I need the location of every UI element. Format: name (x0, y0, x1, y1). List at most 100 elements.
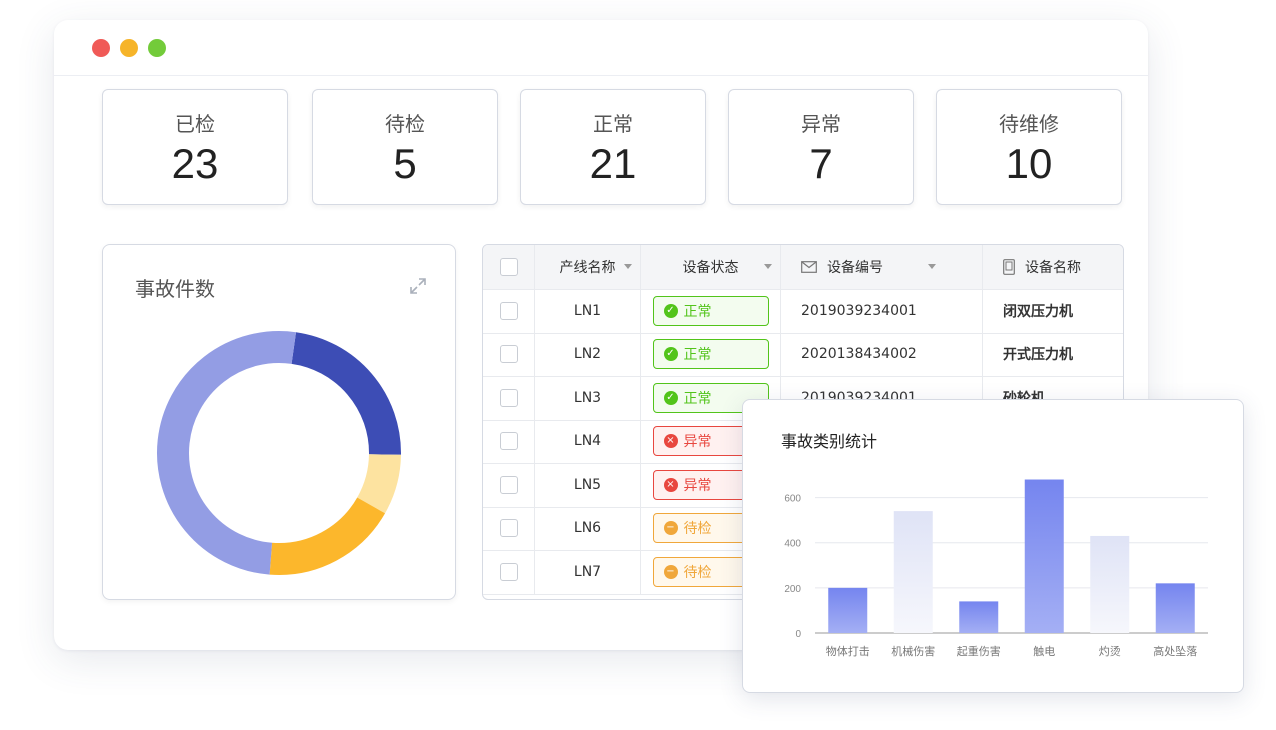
mail-icon (801, 261, 817, 273)
stat-label: 正常 (593, 112, 633, 136)
stat-value: 5 (393, 140, 417, 187)
bar[interactable] (959, 601, 999, 633)
y-tick-label: 400 (784, 539, 801, 550)
stat-value: 23 (171, 140, 219, 187)
x-tick-label: 触电 (1033, 644, 1055, 658)
bar[interactable] (893, 511, 933, 633)
header-label: 产线名称 (559, 260, 616, 276)
close-window-button[interactable] (92, 39, 110, 57)
bar[interactable] (1155, 583, 1195, 633)
stat-value: 21 (589, 140, 637, 187)
row-checkbox[interactable] (499, 388, 518, 407)
header-label: 设备编号 (827, 260, 883, 276)
stat-card-pending[interactable]: 待检 5 (312, 89, 498, 205)
y-tick-label: 200 (784, 584, 801, 595)
title-bar (54, 20, 1148, 76)
stat-label: 已检 (175, 112, 215, 136)
status-badge: ✓ 正常 (652, 339, 769, 370)
select-cell (483, 376, 535, 420)
donut-segment[interactable] (356, 453, 401, 514)
status-icon: ✓ (663, 347, 678, 362)
select-cell (483, 550, 535, 594)
sort-icon[interactable] (624, 264, 632, 269)
header-select-cell (483, 245, 535, 289)
bar[interactable] (828, 587, 868, 633)
bar[interactable] (1024, 479, 1064, 633)
code-cell: 2019039234001 (781, 289, 983, 333)
status-label: 待检 (683, 564, 712, 581)
line-cell: LN5 (535, 463, 641, 507)
row-checkbox[interactable] (499, 519, 518, 538)
accident-category-card: 事故类别统计 0 200 400 600 物体打击 机械伤害 起重伤害 触电 灼烫 高处坠落 (742, 399, 1244, 693)
status-icon: ✓ (663, 303, 678, 318)
status-icon: × (663, 434, 678, 449)
stat-card-checked[interactable]: 已检 23 (102, 89, 288, 205)
header-line[interactable]: 产线名称 (535, 245, 641, 289)
line-cell: LN2 (535, 332, 641, 376)
table-row[interactable]: LN1 ✓ 正常 2019039234001 闭双压力机 (483, 289, 1123, 334)
stat-label: 待维修 (999, 112, 1059, 136)
select-cell (483, 506, 535, 550)
row-checkbox[interactable] (499, 432, 518, 451)
table-header: 产线名称 设备状态 设备编号 设备名称 (483, 245, 1123, 290)
status-icon: − (663, 564, 678, 579)
status-cell: ✓ 正常 (641, 289, 781, 333)
line-cell: LN6 (535, 506, 641, 550)
line-cell: LN3 (535, 376, 641, 420)
line-cell: LN1 (535, 289, 641, 333)
donut-chart (157, 331, 401, 575)
stat-label: 待检 (385, 112, 425, 136)
stat-label: 异常 (801, 112, 841, 136)
sort-icon[interactable] (928, 264, 936, 269)
header-status[interactable]: 设备状态 (641, 245, 781, 289)
donut-segment[interactable] (291, 332, 401, 455)
row-checkbox[interactable] (499, 562, 518, 581)
header-label: 设备状态 (682, 260, 739, 276)
status-label: 异常 (683, 477, 712, 494)
stat-value: 7 (809, 140, 833, 187)
header-label: 设备名称 (1025, 260, 1081, 276)
x-tick-label: 灼烫 (1099, 644, 1121, 658)
status-label: 正常 (683, 347, 712, 364)
y-tick-label: 600 (784, 494, 801, 505)
stat-card-normal[interactable]: 正常 21 (520, 89, 706, 205)
sort-icon[interactable] (764, 264, 772, 269)
x-tick-label: 机械伤害 (891, 644, 935, 658)
select-cell (483, 463, 535, 507)
minimize-window-button[interactable] (120, 39, 138, 57)
tablet-icon (1003, 259, 1015, 275)
status-cell: ✓ 正常 (641, 332, 781, 376)
row-checkbox[interactable] (499, 475, 518, 494)
stat-card-repair[interactable]: 待维修 10 (936, 89, 1122, 205)
status-badge: ✓ 正常 (652, 295, 769, 326)
row-checkbox[interactable] (499, 345, 518, 364)
name-cell: 开式压力机 (1003, 347, 1073, 364)
name-cell: 闭双压力机 (1003, 303, 1073, 320)
maximize-window-button[interactable] (148, 39, 166, 57)
donut-segment[interactable] (269, 497, 386, 575)
status-icon: ✓ (663, 390, 678, 405)
line-cell: LN7 (535, 550, 641, 594)
donut-segment[interactable] (157, 331, 296, 575)
select-cell (483, 332, 535, 376)
status-label: 正常 (683, 390, 712, 407)
status-icon: − (663, 521, 678, 536)
bar-chart: 0 200 400 600 物体打击 机械伤害 起重伤害 触电 灼烫 高处坠落 (784, 479, 1208, 658)
header-code[interactable]: 设备编号 (781, 245, 983, 289)
select-all-checkbox[interactable] (499, 258, 518, 276)
select-cell (483, 289, 535, 333)
row-checkbox[interactable] (499, 301, 518, 320)
bar[interactable] (1090, 535, 1130, 633)
line-cell: LN4 (535, 419, 641, 463)
status-label: 待检 (683, 521, 712, 538)
x-tick-label: 起重伤害 (957, 644, 1001, 658)
header-name[interactable]: 设备名称 (983, 245, 1123, 289)
table-row[interactable]: LN2 ✓ 正常 2020138434002 开式压力机 (483, 332, 1123, 377)
status-label: 异常 (683, 434, 712, 451)
select-cell (483, 419, 535, 463)
stat-value: 10 (1005, 140, 1053, 187)
y-tick-label: 0 (795, 629, 801, 640)
status-icon: × (663, 477, 678, 492)
stat-card-abnormal[interactable]: 异常 7 (728, 89, 914, 205)
status-label: 正常 (683, 303, 712, 320)
